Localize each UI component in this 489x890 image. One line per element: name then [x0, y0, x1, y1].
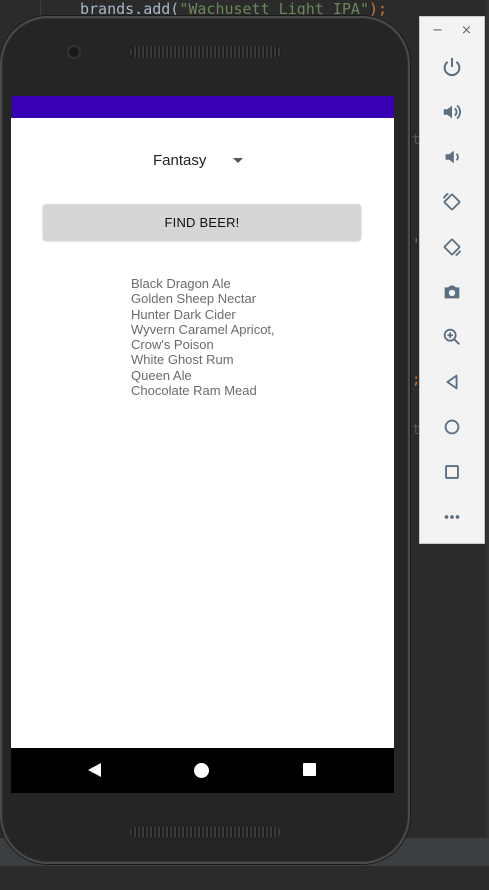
beer-list-item: Queen Ale [131, 367, 192, 383]
device-frame: Fantasy FIND BEER! Black Dragon Ale Gold… [0, 16, 410, 864]
beer-list-item: Chocolate Ram Mead [131, 383, 257, 399]
back-icon[interactable] [436, 366, 468, 398]
close-button[interactable]: × [461, 23, 472, 38]
beer-list-item: White Ghost Rum [131, 352, 234, 368]
beer-list-item: Golden Sheep Nectar [131, 291, 257, 307]
camera-icon[interactable] [436, 276, 468, 308]
front-camera [69, 47, 79, 57]
volume-up-icon[interactable] [436, 96, 468, 128]
more-icon[interactable] [436, 501, 468, 533]
nav-home-icon[interactable] [194, 763, 209, 778]
toolbar-titlebar: − × [420, 17, 484, 47]
overview-icon[interactable] [436, 456, 468, 488]
home-icon[interactable] [436, 411, 468, 443]
navigation-bar [11, 748, 394, 793]
minimize-button[interactable]: − [432, 23, 443, 38]
dropdown-arrow-icon [233, 157, 244, 163]
bottom-speaker-grille [130, 827, 281, 837]
ide-bottom-area [0, 866, 489, 890]
emulator-toolbar: − × [419, 16, 485, 544]
rotate-left-icon[interactable] [436, 186, 468, 218]
power-icon[interactable] [436, 51, 468, 83]
spinner-selected-value: Fantasy [153, 151, 207, 169]
volume-down-icon[interactable] [436, 141, 468, 173]
beer-list-item: Black Dragon Ale [131, 276, 231, 291]
code-suffix: ); [369, 0, 388, 18]
zoom-icon[interactable] [436, 321, 468, 353]
beer-list-item: Wyvern Caramel Apricot, [131, 321, 275, 337]
beer-results-list: Black Dragon Ale Golden Sheep Nectar Hun… [131, 276, 275, 398]
nav-recents-icon[interactable] [303, 763, 316, 776]
ide-gutter-divider [40, 0, 41, 18]
find-beer-button[interactable]: FIND BEER! [43, 204, 361, 240]
top-speaker-grille [130, 47, 281, 57]
nav-back-icon[interactable] [88, 763, 101, 777]
device-screen: Fantasy FIND BEER! Black Dragon Ale Gold… [11, 96, 394, 793]
beer-type-spinner[interactable]: Fantasy [153, 146, 244, 174]
status-bar [11, 96, 394, 118]
rotate-right-icon[interactable] [436, 231, 468, 263]
beer-list-item: Crow's Poison [131, 337, 214, 353]
beer-list-item: Hunter Dark Cider [131, 306, 236, 322]
